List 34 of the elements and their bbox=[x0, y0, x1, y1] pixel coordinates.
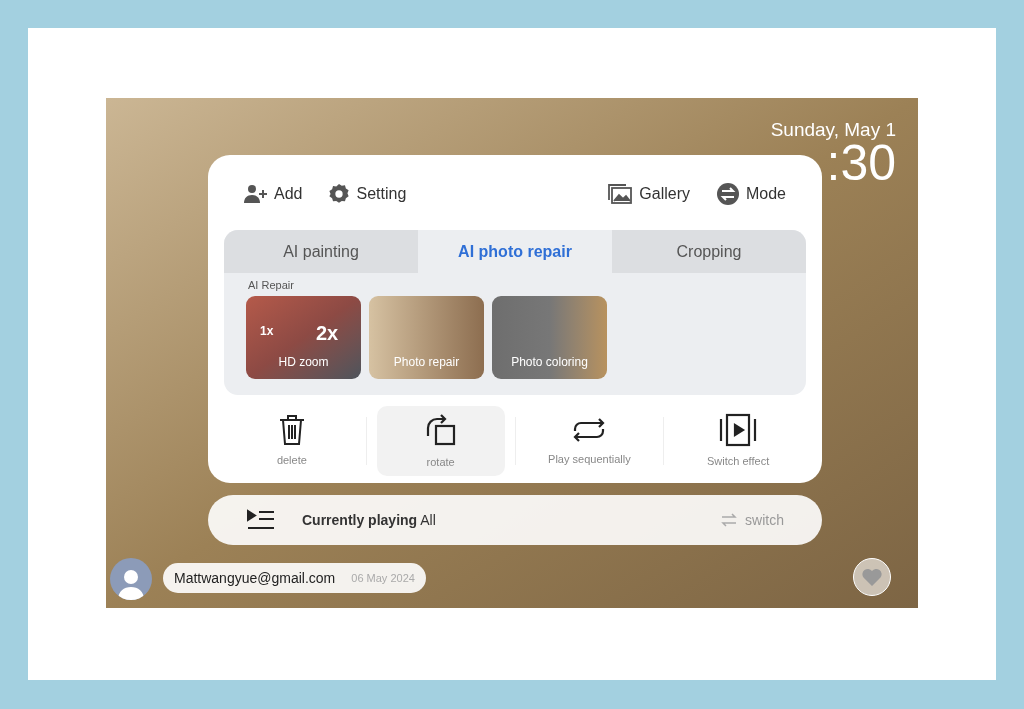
switch-button[interactable]: switch bbox=[721, 509, 784, 531]
video-frames-icon bbox=[719, 412, 758, 447]
avatar-icon bbox=[110, 558, 152, 600]
repair-option[interactable]: 1x 2x HD zoom bbox=[246, 295, 361, 379]
gallery-button[interactable]: Gallery bbox=[607, 182, 690, 206]
sequential-button[interactable]: Play sequentially bbox=[525, 406, 654, 476]
date-text: Sunday, May 1 bbox=[770, 118, 896, 142]
person-add-icon bbox=[244, 184, 268, 204]
repair-option[interactable]: Photo repair bbox=[369, 295, 484, 379]
option-label: Photo coloring bbox=[510, 353, 589, 371]
mode-button[interactable]: Mode bbox=[715, 182, 786, 206]
option-label: HD zoom bbox=[277, 353, 330, 371]
zoom-label: 1x bbox=[260, 322, 274, 340]
swap-icon bbox=[715, 182, 740, 206]
section-label: AI Repair bbox=[248, 278, 295, 293]
effect-button[interactable]: Switch effect bbox=[674, 406, 803, 476]
tab[interactable]: Cropping bbox=[612, 230, 806, 273]
setting-button[interactable]: Setting bbox=[328, 182, 407, 206]
user-email: Mattwangyue@gmail.com bbox=[174, 568, 336, 588]
rotate-button[interactable]: rotate bbox=[376, 406, 505, 476]
repair-option[interactable]: Photo coloring bbox=[492, 295, 607, 379]
settings-icon bbox=[328, 183, 351, 205]
tab[interactable]: AI painting bbox=[224, 230, 418, 273]
zoom-label: 2x bbox=[316, 320, 339, 346]
option-label: Photo repair bbox=[392, 353, 461, 371]
gallery-icon bbox=[607, 183, 634, 205]
user-date: 06 May 2024 bbox=[351, 570, 415, 586]
favorite-button[interactable] bbox=[853, 558, 891, 596]
playlist-icon bbox=[246, 509, 276, 531]
add-button[interactable]: Add bbox=[244, 182, 303, 206]
now-playing-text: Currently playing All bbox=[302, 510, 436, 530]
swap-icon bbox=[721, 513, 738, 527]
delete-button[interactable]: delete bbox=[227, 406, 356, 476]
heart-icon bbox=[862, 568, 882, 586]
